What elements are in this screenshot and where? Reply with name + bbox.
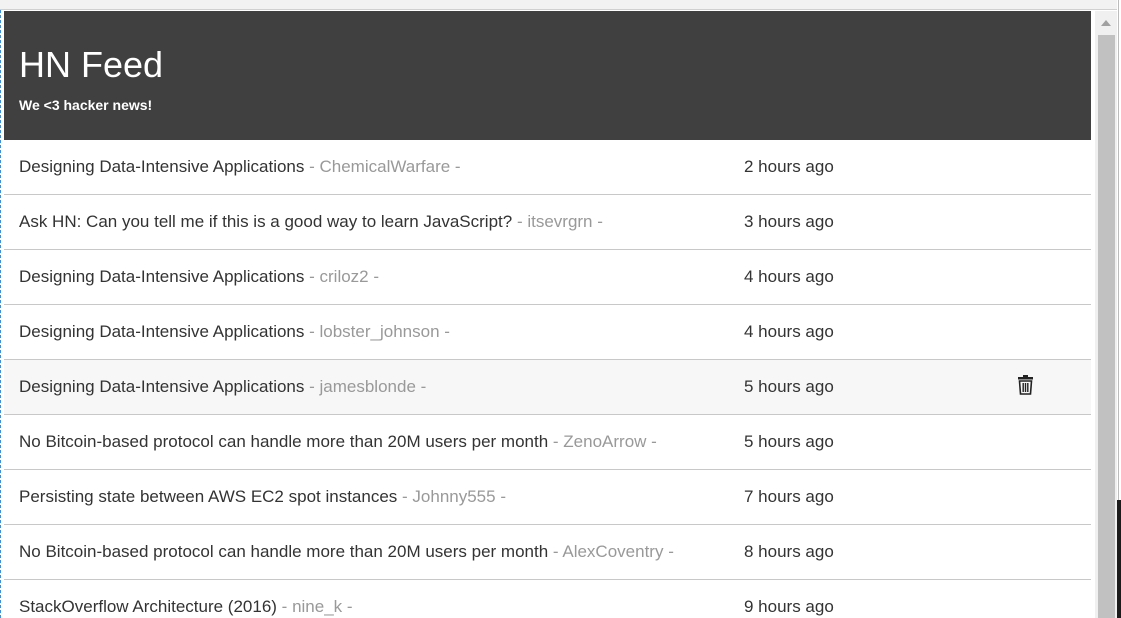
story-row[interactable]: No Bitcoin-based protocol can handle mor… [4, 525, 1091, 580]
story-author-name: ZenoArrow [563, 432, 647, 451]
story-author-name: AlexCoventry [562, 542, 664, 561]
author-separator: - [592, 212, 603, 231]
author-separator: - [415, 377, 427, 396]
story-author: - AlexCoventry - [548, 542, 674, 561]
story-row[interactable]: Ask HN: Can you tell me if this is a goo… [4, 195, 1091, 250]
story-row[interactable]: Designing Data-Intensive Applications - … [4, 305, 1091, 360]
story-title[interactable]: Ask HN: Can you tell me if this is a goo… [19, 212, 603, 232]
story-time: 3 hours ago [744, 212, 834, 231]
story-title-text[interactable]: Ask HN: Can you tell me if this is a goo… [19, 212, 512, 231]
page-subtitle: We <3 hacker news! [19, 97, 153, 113]
story-author-name: jamesblonde [319, 377, 416, 396]
author-separator: - [548, 432, 564, 451]
story-title-text[interactable]: Designing Data-Intensive Applications [19, 377, 304, 396]
feed-page: HN Feed We <3 hacker news! Designing Dat… [4, 11, 1091, 618]
author-separator: - [368, 267, 380, 286]
story-title[interactable]: Designing Data-Intensive Applications - … [19, 322, 450, 342]
author-separator: - [512, 212, 528, 231]
story-author: - ChemicalWarfare - [304, 157, 460, 176]
story-author: - lobster_johnson - [304, 322, 450, 341]
story-author: - nine_k - [277, 597, 353, 616]
story-row[interactable]: StackOverflow Architecture (2016) - nine… [4, 580, 1091, 618]
story-title[interactable]: StackOverflow Architecture (2016) - nine… [19, 597, 353, 617]
story-title[interactable]: Designing Data-Intensive Applications - … [19, 267, 379, 287]
story-title[interactable]: Designing Data-Intensive Applications - … [19, 377, 426, 397]
story-author-name: criloz2 [319, 267, 369, 286]
story-title[interactable]: Persisting state between AWS EC2 spot in… [19, 487, 506, 507]
adjacent-window-edge [1117, 0, 1121, 618]
story-row[interactable]: Designing Data-Intensive Applications - … [4, 360, 1091, 415]
author-separator: - [439, 322, 450, 341]
story-list: Designing Data-Intensive Applications - … [4, 140, 1091, 618]
browser-top-border [0, 0, 1117, 10]
scroll-thumb[interactable] [1098, 35, 1115, 618]
story-title-text[interactable]: No Bitcoin-based protocol can handle mor… [19, 542, 548, 561]
page-header: HN Feed We <3 hacker news! [4, 11, 1091, 140]
story-author-name: Johnny555 [412, 487, 496, 506]
story-author: - ZenoArrow - [548, 432, 657, 451]
story-row[interactable]: Designing Data-Intensive Applications - … [4, 250, 1091, 305]
story-author-name: nine_k [292, 597, 343, 616]
story-row[interactable]: No Bitcoin-based protocol can handle mor… [4, 415, 1091, 470]
story-title-text[interactable]: No Bitcoin-based protocol can handle mor… [19, 432, 548, 451]
author-separator: - [450, 157, 461, 176]
author-separator: - [304, 157, 320, 176]
story-author-name: itsevrgrn [527, 212, 593, 231]
story-author: - criloz2 - [304, 267, 379, 286]
story-title[interactable]: No Bitcoin-based protocol can handle mor… [19, 542, 674, 562]
story-title-text[interactable]: Persisting state between AWS EC2 spot in… [19, 487, 397, 506]
author-separator: - [663, 542, 674, 561]
author-separator: - [304, 322, 320, 341]
story-title-text[interactable]: Designing Data-Intensive Applications [19, 157, 304, 176]
story-title-text[interactable]: Designing Data-Intensive Applications [19, 267, 304, 286]
story-time: 9 hours ago [744, 597, 834, 616]
story-time: 4 hours ago [744, 267, 834, 286]
story-row[interactable]: Persisting state between AWS EC2 spot in… [4, 470, 1091, 525]
story-time: 7 hours ago [744, 487, 834, 506]
author-separator: - [342, 597, 353, 616]
story-time: 8 hours ago [744, 542, 834, 561]
author-separator: - [495, 487, 506, 506]
story-title[interactable]: No Bitcoin-based protocol can handle mor… [19, 432, 657, 452]
story-title-text[interactable]: Designing Data-Intensive Applications [19, 322, 304, 341]
story-row[interactable]: Designing Data-Intensive Applications - … [4, 140, 1091, 195]
author-separator: - [397, 487, 413, 506]
author-separator: - [304, 377, 320, 396]
author-separator: - [548, 542, 563, 561]
vertical-scrollbar[interactable] [1095, 11, 1117, 618]
author-separator: - [646, 432, 657, 451]
trash-icon[interactable] [1017, 374, 1034, 396]
frame-outline [0, 10, 1, 618]
author-separator: - [304, 267, 320, 286]
story-time: 4 hours ago [744, 322, 834, 341]
story-title-text[interactable]: StackOverflow Architecture (2016) [19, 597, 277, 616]
author-separator: - [276, 597, 293, 616]
story-time: 2 hours ago [744, 157, 834, 176]
scroll-up-arrow-icon[interactable] [1095, 11, 1117, 33]
story-author: - itsevrgrn - [512, 212, 603, 231]
page-title: HN Feed [19, 44, 164, 85]
story-author: - Johnny555 - [397, 487, 506, 506]
story-time: 5 hours ago [744, 377, 834, 396]
story-author-name: lobster_johnson [319, 322, 440, 341]
story-author-name: ChemicalWarfare [319, 157, 451, 176]
story-author: - jamesblonde - [304, 377, 426, 396]
story-title[interactable]: Designing Data-Intensive Applications - … [19, 157, 461, 177]
story-time: 5 hours ago [744, 432, 834, 451]
